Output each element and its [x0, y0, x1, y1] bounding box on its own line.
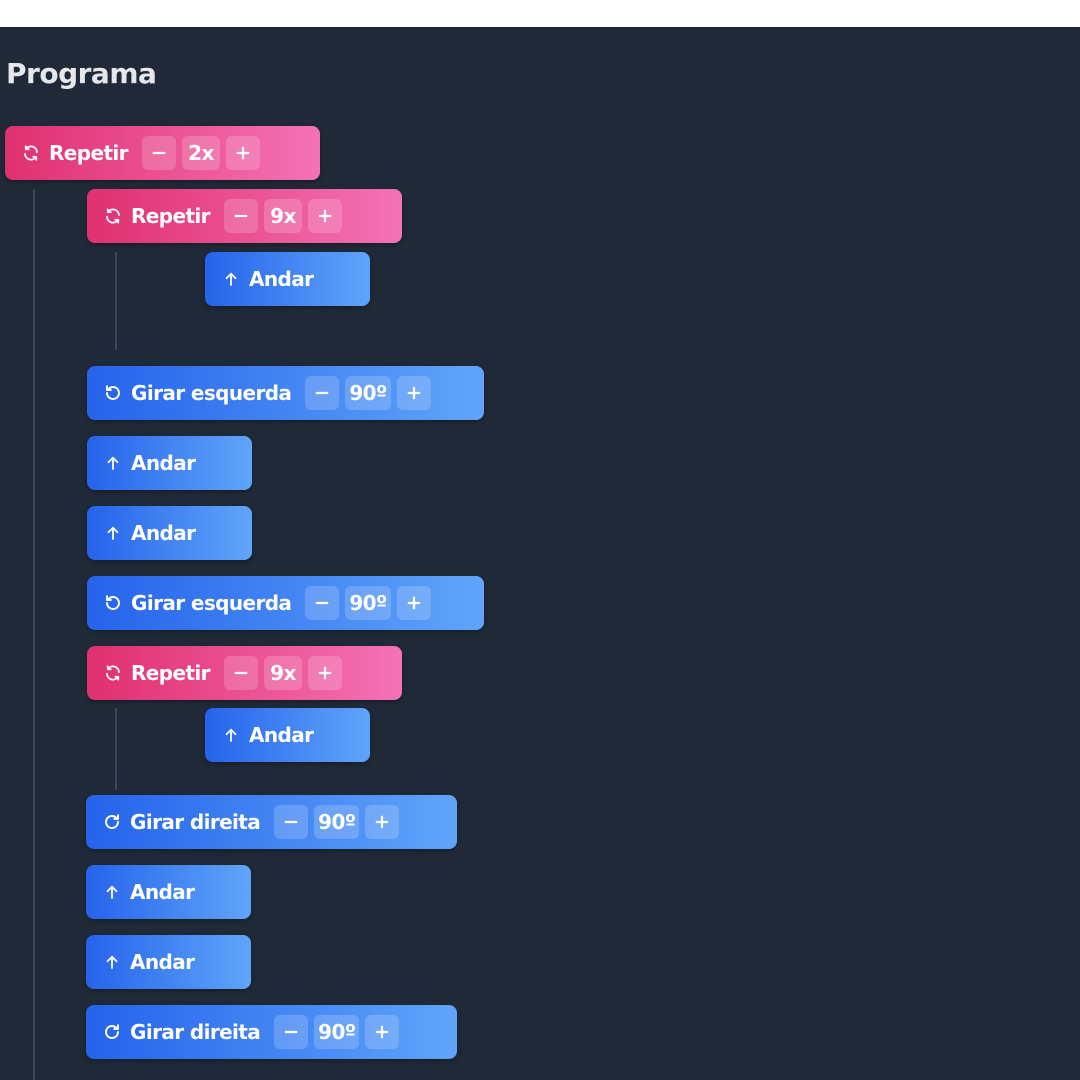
value-stepper: 2x — [141, 136, 266, 170]
andar-block[interactable]: Andar — [205, 708, 370, 762]
increment-button[interactable] — [396, 376, 431, 410]
value-stepper: 90º — [274, 805, 405, 839]
rotate-right-icon — [102, 812, 122, 832]
block-label: Repetir — [131, 204, 211, 228]
minus-icon — [313, 594, 331, 612]
arrow-up-icon — [102, 882, 122, 902]
value-stepper: 90º — [305, 376, 436, 410]
block-label: Andar — [249, 267, 314, 291]
panel-title: Programa — [6, 57, 157, 90]
decrement-button[interactable] — [274, 805, 309, 839]
value-stepper: 9x — [223, 199, 348, 233]
block-label: Andar — [131, 521, 196, 545]
block-label: Repetir — [131, 661, 211, 685]
minus-icon — [232, 664, 250, 682]
decrement-button[interactable] — [305, 376, 340, 410]
andar-block[interactable]: Andar — [87, 506, 252, 560]
plus-icon — [373, 1023, 391, 1041]
block-label: Girar esquerda — [131, 381, 292, 405]
plus-icon — [405, 384, 423, 402]
repeat-icon — [103, 663, 123, 683]
repetir-block[interactable]: Repetir 9x — [87, 646, 402, 700]
girar-esquerda-block[interactable]: Girar esquerda 90º — [87, 576, 484, 630]
minus-icon — [313, 384, 331, 402]
increment-button[interactable] — [307, 656, 342, 690]
plus-icon — [316, 207, 334, 225]
arrow-up-icon — [221, 269, 241, 289]
andar-block[interactable]: Andar — [205, 252, 370, 306]
decrement-button[interactable] — [274, 1015, 309, 1049]
andar-block[interactable]: Andar — [86, 865, 251, 919]
rotate-right-icon — [102, 1022, 122, 1042]
stepper-value: 90º — [314, 805, 360, 839]
plus-icon — [316, 664, 334, 682]
stepper-value: 9x — [263, 656, 302, 690]
stepper-value: 2x — [181, 136, 220, 170]
rotate-left-icon — [103, 383, 123, 403]
decrement-button[interactable] — [141, 136, 176, 170]
stepper-value: 90º — [345, 586, 391, 620]
increment-button[interactable] — [365, 805, 400, 839]
value-stepper: 90º — [305, 586, 436, 620]
inner-loop-line — [115, 252, 117, 350]
increment-button[interactable] — [225, 136, 260, 170]
girar-direita-block[interactable]: Girar direita 90º — [86, 795, 457, 849]
repeat-icon — [103, 206, 123, 226]
decrement-button[interactable] — [305, 586, 340, 620]
minus-icon — [282, 1023, 300, 1041]
minus-icon — [232, 207, 250, 225]
stepper-value: 9x — [263, 199, 302, 233]
stepper-value: 90º — [314, 1015, 360, 1049]
program-panel: Programa Repetir 2x Repetir 9x Andar Girar es… — [0, 27, 1080, 1080]
inner-loop-line — [115, 708, 117, 790]
increment-button[interactable] — [396, 586, 431, 620]
arrow-up-icon — [102, 952, 122, 972]
arrow-up-icon — [103, 523, 123, 543]
plus-icon — [405, 594, 423, 612]
value-stepper: 90º — [274, 1015, 405, 1049]
andar-block[interactable]: Andar — [87, 436, 252, 490]
block-label: Girar direita — [130, 1020, 261, 1044]
repetir-block[interactable]: Repetir 9x — [87, 189, 402, 243]
girar-direita-block[interactable]: Girar direita 90º — [86, 1005, 457, 1059]
decrement-button[interactable] — [223, 656, 258, 690]
repetir-block[interactable]: Repetir 2x — [5, 126, 320, 180]
girar-esquerda-block[interactable]: Girar esquerda 90º — [87, 366, 484, 420]
block-label: Girar esquerda — [131, 591, 292, 615]
block-label: Andar — [130, 880, 195, 904]
block-label: Andar — [130, 950, 195, 974]
plus-icon — [373, 813, 391, 831]
block-label: Girar direita — [130, 810, 261, 834]
block-label: Repetir — [49, 141, 129, 165]
value-stepper: 9x — [223, 656, 348, 690]
minus-icon — [150, 144, 168, 162]
andar-block[interactable]: Andar — [86, 935, 251, 989]
stepper-value: 90º — [345, 376, 391, 410]
increment-button[interactable] — [307, 199, 342, 233]
rotate-left-icon — [103, 593, 123, 613]
repeat-icon — [21, 143, 41, 163]
plus-icon — [234, 144, 252, 162]
outer-loop-line — [33, 189, 35, 1080]
increment-button[interactable] — [365, 1015, 400, 1049]
arrow-up-icon — [221, 725, 241, 745]
block-label: Andar — [249, 723, 314, 747]
arrow-up-icon — [103, 453, 123, 473]
block-label: Andar — [131, 451, 196, 475]
minus-icon — [282, 813, 300, 831]
decrement-button[interactable] — [223, 199, 258, 233]
